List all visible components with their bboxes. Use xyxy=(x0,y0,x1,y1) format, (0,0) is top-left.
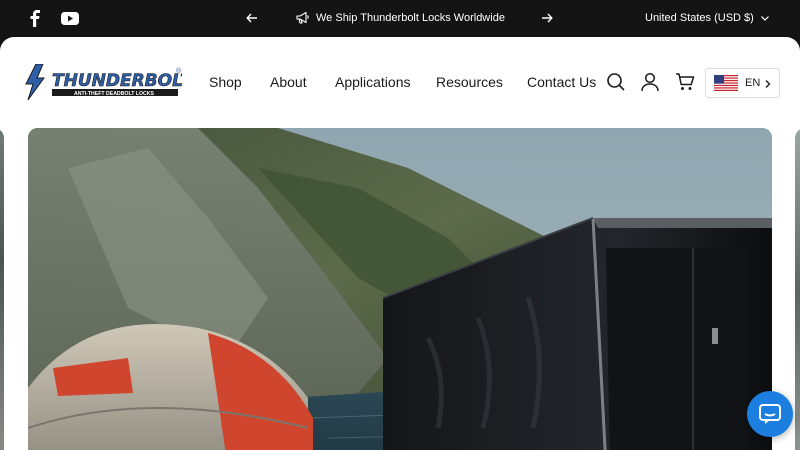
megaphone-icon xyxy=(296,11,309,24)
announcement-message: We Ship Thunderbolt Locks Worldwide xyxy=(296,11,505,24)
hero-image-slide xyxy=(28,128,772,450)
account-icon[interactable] xyxy=(640,72,660,92)
cart-icon[interactable] xyxy=(675,72,695,92)
language-code: EN xyxy=(745,77,761,89)
hero-scene-trailer-tent-lake xyxy=(28,128,772,450)
chevron-down-icon[interactable] xyxy=(760,13,770,23)
nav-contact-us[interactable]: Contact Us xyxy=(527,74,596,90)
announcement-next-arrow-icon[interactable] xyxy=(540,10,554,26)
chevron-right-icon xyxy=(765,80,771,88)
thunderbolt-logo[interactable]: THUNDERBOLT ® ANTI-THEFT DEADBOLT LOCKS xyxy=(22,63,193,102)
nav-resources[interactable]: Resources xyxy=(436,74,503,90)
chat-icon xyxy=(759,404,781,424)
facebook-icon[interactable] xyxy=(28,9,42,27)
svg-text:THUNDERBOLT: THUNDERBOLT xyxy=(52,71,182,91)
svg-text:ANTI-THEFT DEADBOLT LOCKS: ANTI-THEFT DEADBOLT LOCKS xyxy=(74,91,155,97)
announcement-bar: We Ship Thunderbolt Locks Worldwide Unit… xyxy=(0,0,800,37)
previous-slide-peek[interactable] xyxy=(0,128,4,450)
nav-about[interactable]: About xyxy=(270,74,307,90)
svg-text:®: ® xyxy=(176,67,182,75)
announcement-prev-arrow-icon[interactable] xyxy=(245,10,259,26)
language-selector[interactable]: EN xyxy=(705,68,780,98)
us-flag-icon xyxy=(714,75,738,91)
next-slide-peek[interactable] xyxy=(795,128,800,450)
chat-launcher-button[interactable] xyxy=(747,391,793,437)
nav-applications[interactable]: Applications xyxy=(335,74,411,90)
youtube-icon[interactable] xyxy=(61,9,79,27)
currency-selector[interactable]: United States (USD $) xyxy=(645,12,754,24)
search-icon[interactable] xyxy=(606,72,626,92)
announcement-text: We Ship Thunderbolt Locks Worldwide xyxy=(316,11,505,24)
site-header-panel: THUNDERBOLT ® ANTI-THEFT DEADBOLT LOCKS … xyxy=(0,37,800,450)
nav-shop[interactable]: Shop xyxy=(209,74,242,90)
